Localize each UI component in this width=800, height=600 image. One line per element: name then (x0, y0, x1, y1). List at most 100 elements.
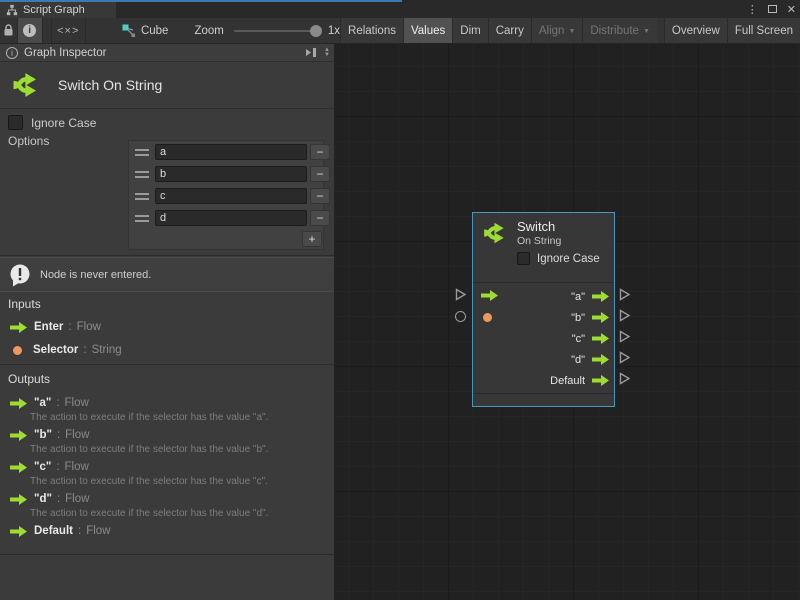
dock-icon[interactable] (305, 47, 318, 58)
switch-icon (481, 220, 509, 246)
port-description: The action to execute if the selector ha… (30, 508, 328, 519)
output-port-row: "b" : Flow (10, 427, 328, 443)
tab-script-graph[interactable]: Script Graph (0, 2, 116, 18)
remove-option-button[interactable]: − (310, 166, 330, 182)
warning-bubble-icon (8, 263, 32, 287)
window-maximize-button[interactable] (768, 5, 777, 13)
flow-port-icon[interactable] (10, 526, 27, 537)
flow-port-icon[interactable] (592, 354, 609, 365)
divider (0, 364, 334, 365)
carry-button[interactable]: Carry (488, 18, 531, 43)
switch-on-string-node[interactable]: Switch On String Ignore Case "a" (472, 212, 615, 407)
output-port-row: Default : Flow (10, 523, 328, 539)
node-subtitle: On String (517, 235, 561, 247)
remove-option-button[interactable]: − (310, 188, 330, 204)
spinner-down-icon[interactable]: ▼ (324, 53, 330, 58)
enter-flow-port-icon[interactable] (481, 290, 498, 301)
unit-title-block: Switch On String (0, 62, 334, 108)
graph-canvas[interactable]: Switch On String Ignore Case "a" (335, 44, 800, 600)
flow-port-icon[interactable] (10, 430, 27, 441)
ghost-flow-triangle-icon (618, 372, 631, 385)
ignore-case-checkbox[interactable] (517, 252, 530, 265)
window-menu-button[interactable]: ⋮ (747, 3, 758, 16)
flow-port-icon[interactable] (592, 333, 609, 344)
option-input[interactable] (155, 144, 307, 160)
ghost-flow-triangle-icon (618, 330, 631, 343)
flow-port-icon[interactable] (10, 462, 27, 473)
node-title: Switch (517, 219, 561, 234)
flow-port-icon[interactable] (592, 375, 609, 386)
lock-icon (3, 24, 14, 37)
toolbar: i <×> Cube Zoom 1x Relations Values Dim … (0, 18, 800, 44)
dim-button[interactable]: Dim (452, 18, 487, 43)
inspector-header: i Graph Inspector ▲ ▼ (0, 44, 334, 62)
overview-button[interactable]: Overview (664, 18, 727, 43)
node-body: "a" "b" "c" "d" (473, 283, 614, 393)
node-output-row: "c" (513, 328, 609, 349)
unit-title: Switch On String (58, 77, 162, 93)
option-input[interactable] (155, 210, 307, 226)
string-port-icon[interactable] (13, 346, 22, 355)
remove-option-button[interactable]: − (310, 144, 330, 160)
spinner-control[interactable]: ▲ ▼ (324, 48, 330, 58)
input-port-row: Selector : String (10, 342, 328, 358)
warning-text: Node is never entered. (40, 269, 151, 281)
info-icon: i (6, 47, 18, 59)
divider (0, 554, 334, 555)
drag-handle-icon[interactable] (135, 149, 149, 156)
relations-button[interactable]: Relations (340, 18, 403, 43)
drag-handle-icon[interactable] (135, 215, 149, 222)
output-port-row: "c" : Flow (10, 459, 328, 475)
zoom-slider-handle[interactable] (310, 25, 322, 37)
node-output-row: "b" (513, 307, 609, 328)
option-input[interactable] (155, 188, 307, 204)
port-description: The action to execute if the selector ha… (30, 412, 328, 423)
lock-button[interactable] (0, 18, 18, 43)
add-option-button[interactable]: + (302, 231, 322, 247)
node-footer (473, 393, 614, 407)
option-row: − (129, 141, 323, 163)
graph-name: Cube (141, 25, 169, 37)
code-preview-button[interactable]: <×> (51, 18, 86, 43)
option-input[interactable] (155, 166, 307, 182)
flow-port-icon[interactable] (10, 398, 27, 409)
zoom-slider[interactable] (234, 30, 320, 32)
node-ignore-case-row: Ignore Case (517, 252, 608, 265)
fullscreen-button[interactable]: Full Screen (727, 18, 800, 43)
window-close-button[interactable]: ✕ (787, 3, 796, 16)
warning-box: Node is never entered. (0, 257, 334, 292)
divider (0, 255, 334, 256)
values-button[interactable]: Values (403, 18, 452, 43)
align-dropdown[interactable]: Align ▼ (531, 18, 583, 43)
graph-inspector-panel: i Graph Inspector ▲ ▼ Switch On String (0, 44, 335, 600)
graph-breadcrumb[interactable]: Cube (114, 18, 177, 43)
info-icon: i (23, 24, 36, 37)
ignore-case-label: Ignore Case (537, 253, 600, 265)
option-row: − (129, 207, 323, 229)
drag-handle-icon[interactable] (135, 193, 149, 200)
flow-port-icon[interactable] (592, 291, 609, 302)
drag-handle-icon[interactable] (135, 171, 149, 178)
ghost-flow-triangle-icon (618, 351, 631, 364)
distribute-dropdown[interactable]: Distribute ▼ (582, 18, 657, 43)
ignore-case-label: Ignore Case (31, 116, 96, 130)
options-list: − − − − + (128, 140, 324, 250)
flow-port-icon[interactable] (10, 494, 27, 505)
flow-port-icon[interactable] (10, 322, 27, 333)
inspector-toggle-button[interactable]: i (18, 18, 43, 43)
remove-option-button[interactable]: − (310, 210, 330, 226)
chevron-down-icon: ▼ (643, 28, 650, 35)
ignore-case-checkbox[interactable] (8, 115, 23, 130)
node-output-row: Default (513, 370, 609, 391)
ghost-flow-triangle-icon (454, 288, 467, 301)
zoom-label: Zoom (194, 25, 223, 37)
selector-string-port-icon[interactable] (483, 313, 492, 322)
toolbar-separator (657, 18, 664, 43)
node-output-row: "d" (513, 349, 609, 370)
flow-port-icon[interactable] (592, 312, 609, 323)
window-controls: ⋮ ✕ (747, 0, 796, 18)
ghost-flow-triangle-icon (618, 309, 631, 322)
ignore-case-row: Ignore Case (8, 115, 96, 130)
graph-hierarchy-icon (6, 4, 18, 16)
inspector-title: Graph Inspector (24, 47, 106, 59)
